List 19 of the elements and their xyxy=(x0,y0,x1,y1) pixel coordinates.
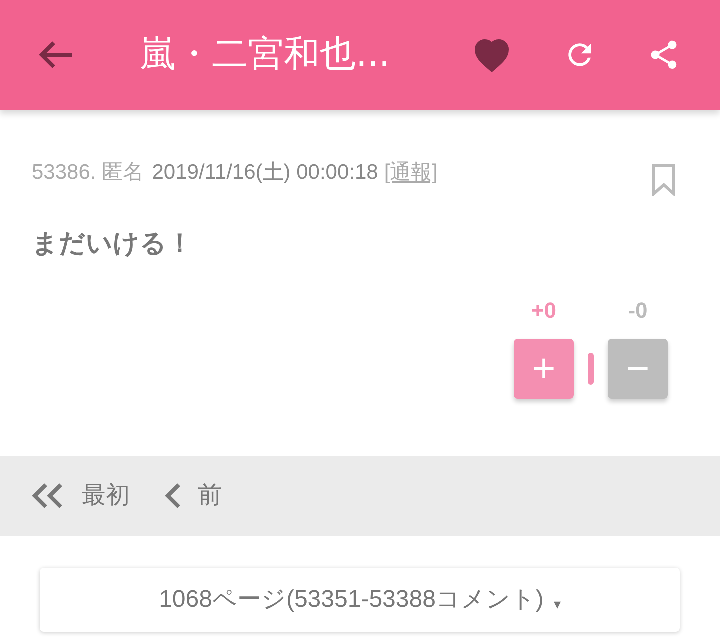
minus-count: -0 xyxy=(628,297,648,325)
plus-count: +0 xyxy=(531,297,557,325)
comment-body: まだいける！ xyxy=(32,227,194,260)
bookmark-icon[interactable] xyxy=(652,164,676,196)
vote-ratio-bar xyxy=(588,353,594,385)
plus-vote-button[interactable]: + xyxy=(514,339,574,399)
first-page-button[interactable]: 最初 xyxy=(30,478,130,514)
page-select[interactable]: 1068ページ(53351-53388コメント) ▾ xyxy=(40,568,680,632)
heart-icon xyxy=(473,38,511,72)
comment-number: 53386. xyxy=(32,160,96,186)
chevron-left-icon xyxy=(164,482,182,510)
report-link[interactable]: [通報] xyxy=(384,157,438,189)
caret-icon: ▾ xyxy=(554,594,561,614)
page-select-value: 1068ページ(53351-53388コメント) xyxy=(159,585,544,615)
author-name: 匿名 xyxy=(102,160,144,186)
post-datetime: 2019/11/16(土) 00:00:18 xyxy=(152,160,378,186)
page-title: 嵐・二宮和也... xyxy=(140,33,390,77)
back-arrow-icon xyxy=(38,40,74,70)
previous-page-button[interactable]: 前 xyxy=(164,478,222,514)
